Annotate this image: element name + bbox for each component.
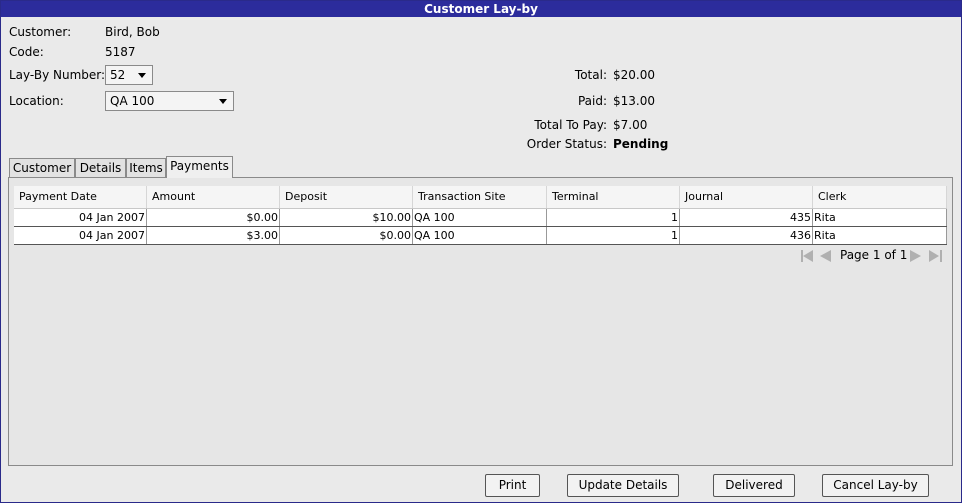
paid-value: $13.00 [613, 94, 655, 108]
tab-items[interactable]: Items [126, 158, 166, 177]
chevron-down-icon [219, 99, 227, 104]
layby-number-select[interactable]: 52 [105, 65, 153, 85]
update-details-button[interactable]: Update Details [567, 474, 679, 497]
cell-terminal: 1 [547, 227, 680, 244]
cell-terminal: 1 [547, 209, 680, 226]
cell-amount: $3.00 [147, 227, 280, 244]
code-value: 5187 [105, 45, 136, 59]
page-indicator: Page 1 of 1 [840, 248, 908, 262]
cell-payment-date: 04 Jan 2007 [14, 209, 147, 226]
cancel-layby-button[interactable]: Cancel Lay-by [822, 474, 929, 497]
customer-label: Customer: [9, 25, 72, 39]
location-label: Location: [9, 94, 64, 108]
cell-payment-date: 04 Jan 2007 [14, 227, 147, 244]
chevron-down-icon [138, 73, 146, 78]
table-row[interactable]: 04 Jan 2007 $0.00 $10.00 QA 100 1 435 Ri… [14, 209, 947, 227]
order-status-label: Order Status: [526, 137, 607, 151]
column-header-payment-date[interactable]: Payment Date [14, 186, 147, 208]
cell-deposit: $0.00 [280, 227, 413, 244]
column-header-transaction-site[interactable]: Transaction Site [413, 186, 547, 208]
cell-journal: 436 [680, 227, 813, 244]
cell-transaction-site: QA 100 [413, 209, 547, 226]
customer-layby-window: Customer Lay-by Customer: Bird, Bob Code… [0, 0, 962, 503]
total-value: $20.00 [613, 68, 655, 82]
tab-payments[interactable]: Payments [166, 156, 233, 178]
cell-deposit: $10.00 [280, 209, 413, 226]
total-to-pay-value: $7.00 [613, 118, 648, 132]
cell-amount: $0.00 [147, 209, 280, 226]
location-value: QA 100 [110, 94, 155, 108]
column-header-amount[interactable]: Amount [147, 186, 280, 208]
column-header-clerk[interactable]: Clerk [813, 186, 947, 208]
paid-label: Paid: [577, 94, 607, 108]
column-header-terminal[interactable]: Terminal [547, 186, 680, 208]
prev-page-icon[interactable] [820, 247, 832, 263]
layby-number-label: Lay-By Number: [9, 68, 106, 82]
window-title: Customer Lay-by [1, 1, 961, 17]
cell-clerk: Rita [813, 227, 947, 244]
delivered-button[interactable]: Delivered [713, 474, 795, 497]
last-page-icon[interactable] [929, 247, 943, 263]
table-header: Payment Date Amount Deposit Transaction … [14, 186, 947, 209]
layby-number-value: 52 [110, 68, 126, 82]
customer-value: Bird, Bob [105, 25, 160, 39]
first-page-icon[interactable] [800, 247, 814, 263]
next-page-icon[interactable] [910, 247, 922, 263]
cell-clerk: Rita [813, 209, 947, 226]
cell-transaction-site: QA 100 [413, 227, 547, 244]
payments-table: Payment Date Amount Deposit Transaction … [14, 186, 947, 245]
cell-journal: 435 [680, 209, 813, 226]
column-header-journal[interactable]: Journal [680, 186, 813, 208]
tab-customer[interactable]: Customer [9, 158, 75, 177]
pager: Page 1 of 1 [800, 247, 946, 263]
payments-panel: Payment Date Amount Deposit Transaction … [8, 177, 953, 466]
column-header-deposit[interactable]: Deposit [280, 186, 413, 208]
order-status-value: Pending [613, 137, 669, 151]
location-select[interactable]: QA 100 [105, 91, 234, 111]
code-label: Code: [9, 45, 44, 59]
total-to-pay-label: Total To Pay: [534, 118, 607, 132]
table-row[interactable]: 04 Jan 2007 $3.00 $0.00 QA 100 1 436 Rit… [14, 227, 947, 245]
tab-details[interactable]: Details [75, 158, 126, 177]
total-label: Total: [574, 68, 607, 82]
print-button[interactable]: Print [485, 474, 540, 497]
